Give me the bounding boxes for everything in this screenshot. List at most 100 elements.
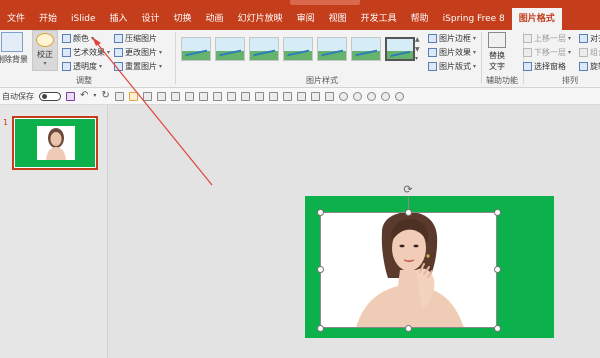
compress-label: 压缩图片 <box>125 34 157 43</box>
rotate-icon <box>579 62 588 71</box>
selection-pane-button[interactable]: 选择窗格 <box>523 61 566 72</box>
undo-icon[interactable]: ↶ <box>80 91 88 101</box>
chevron-up-icon[interactable]: ▲ <box>415 36 424 43</box>
tab-islide[interactable]: iSlide <box>64 8 102 30</box>
corrections-caret: ▾ <box>43 60 47 67</box>
qat-icon-11[interactable] <box>254 91 264 101</box>
portrait-thumbnail-image <box>46 128 66 160</box>
qat-icon-15[interactable] <box>310 91 320 101</box>
resize-handle-left[interactable] <box>317 266 324 273</box>
qat-icon-18[interactable] <box>352 91 362 101</box>
alt-text-button[interactable]: 替换 文字 <box>488 32 506 72</box>
picture-style-5[interactable] <box>317 37 347 61</box>
picture-effects-button[interactable]: 图片效果 ▾ <box>428 47 476 58</box>
color-button[interactable]: 颜色 ▾ <box>62 33 94 44</box>
tab-help[interactable]: 帮助 <box>404 8 436 30</box>
resize-handle-top-right[interactable] <box>494 209 501 216</box>
send-backward-caret: ▾ <box>568 49 572 56</box>
tab-review[interactable]: 审阅 <box>290 8 322 30</box>
qat-icon-13[interactable] <box>282 91 292 101</box>
qat-icon-21[interactable] <box>394 91 404 101</box>
tab-picture-format[interactable]: 图片格式 <box>511 8 562 30</box>
qat-icon-3[interactable] <box>142 91 152 101</box>
tab-developer[interactable]: 开发工具 <box>354 8 404 30</box>
qat-icon-2[interactable] <box>128 91 138 101</box>
bring-forward-caret: ▾ <box>568 35 572 42</box>
align-label: 对齐 <box>590 34 600 43</box>
reset-picture-button[interactable]: 重置图片 ▾ <box>114 61 162 72</box>
qat-icon-20[interactable] <box>380 91 390 101</box>
change-picture-button[interactable]: 更改图片 ▾ <box>114 47 162 58</box>
rotate-handle-stem <box>408 196 409 209</box>
resize-handle-bottom[interactable] <box>405 325 412 332</box>
resize-handle-top[interactable] <box>405 209 412 216</box>
remove-background-button[interactable]: 删除背景 <box>0 32 28 65</box>
chevron-down-icon[interactable]: ▼ <box>415 46 424 53</box>
tab-view[interactable]: 视图 <box>322 8 354 30</box>
undo-dropdown-icon[interactable]: ▾ <box>93 93 96 99</box>
send-backward-button[interactable]: 下移一层 ▾ <box>523 47 571 58</box>
gallery-more-icon[interactable]: ▾ <box>415 55 424 62</box>
artistic-effects-button[interactable]: 艺术效果 ▾ <box>62 47 110 58</box>
tab-ispring[interactable]: iSpring Free 8 <box>436 8 512 30</box>
accessibility-group-label: 辅助功能 <box>486 76 518 85</box>
picture-layout-button[interactable]: 图片版式 ▾ <box>428 61 476 72</box>
picture-style-3[interactable] <box>249 37 279 61</box>
rotate-handle-icon[interactable]: ⟳ <box>402 184 414 196</box>
resize-handle-top-left[interactable] <box>317 209 324 216</box>
qat-icon-8[interactable] <box>212 91 222 101</box>
qat-icon-12[interactable] <box>268 91 278 101</box>
tab-home[interactable]: 开始 <box>32 8 64 30</box>
resize-handle-right[interactable] <box>494 266 501 273</box>
qat-icon-10[interactable] <box>240 91 250 101</box>
group-button[interactable]: 组合 <box>579 47 600 58</box>
transparency-caret: ▾ <box>99 63 103 70</box>
color-label: 颜色 <box>73 34 89 43</box>
tab-design[interactable]: 设计 <box>135 8 167 30</box>
compress-pictures-button[interactable]: 压缩图片 <box>114 33 157 44</box>
picture-style-2[interactable] <box>215 37 245 61</box>
corrections-button[interactable]: 校正 ▾ <box>32 30 58 71</box>
qat-icon-1[interactable] <box>114 91 124 101</box>
quick-access-toolbar: 自动保存 ↶ ▾ ↻ <box>0 88 600 105</box>
slide-thumbnail[interactable] <box>12 116 98 170</box>
tab-transitions[interactable]: 切换 <box>167 8 199 30</box>
rotate-button[interactable]: 旋转 <box>579 61 600 72</box>
picture-border-button[interactable]: 图片边框 ▾ <box>428 33 476 44</box>
qat-icon-5[interactable] <box>170 91 180 101</box>
save-icon[interactable] <box>66 91 75 101</box>
align-button[interactable]: 对齐 <box>579 33 600 44</box>
qat-icon-17[interactable] <box>338 91 348 101</box>
transparency-button[interactable]: 透明度 ▾ <box>62 61 102 72</box>
alt-text-label-1: 替换 <box>489 51 505 60</box>
qat-icon-6[interactable] <box>184 91 194 101</box>
qat-icon-16[interactable] <box>324 91 334 101</box>
picture-style-1[interactable] <box>181 37 211 61</box>
bring-forward-button[interactable]: 上移一层 ▾ <box>523 33 571 44</box>
resize-handle-bottom-left[interactable] <box>317 325 324 332</box>
send-backward-icon <box>523 48 532 57</box>
arrange-group-label: 排列 <box>562 76 578 85</box>
gallery-scroll[interactable]: ▲ ▼ ▾ <box>415 36 424 62</box>
tab-slideshow[interactable]: 幻灯片放映 <box>231 8 290 30</box>
align-icon <box>579 34 588 43</box>
compress-icon <box>114 34 123 43</box>
tab-animations[interactable]: 动画 <box>199 8 231 30</box>
change-picture-icon <box>114 48 123 57</box>
search-box[interactable] <box>290 0 360 5</box>
tab-insert[interactable]: 插入 <box>103 8 135 30</box>
qat-icon-19[interactable] <box>366 91 376 101</box>
redo-icon[interactable]: ↻ <box>101 91 109 101</box>
qat-icon-9[interactable] <box>226 91 236 101</box>
picture-style-7[interactable] <box>385 37 415 61</box>
qat-icon-14[interactable] <box>296 91 306 101</box>
resize-handle-bottom-right[interactable] <box>494 325 501 332</box>
qat-icon-7[interactable] <box>198 91 208 101</box>
picture-style-4[interactable] <box>283 37 313 61</box>
selected-picture[interactable] <box>320 212 497 328</box>
tab-file[interactable]: 文件 <box>0 8 32 30</box>
picture-style-6[interactable] <box>351 37 381 61</box>
autosave-toggle[interactable] <box>39 91 61 101</box>
color-icon <box>62 34 71 43</box>
qat-icon-4[interactable] <box>156 91 166 101</box>
